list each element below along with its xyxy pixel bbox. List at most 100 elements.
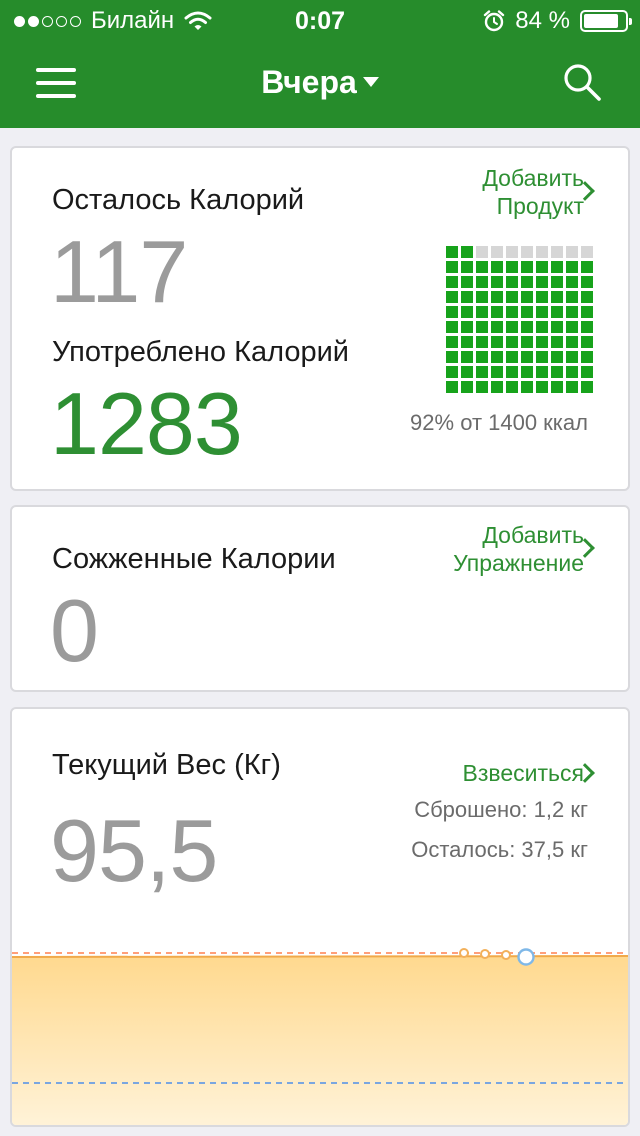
weight-chart-line <box>12 955 628 958</box>
calorie-grid-cell <box>566 381 578 393</box>
calorie-grid-cell <box>446 276 458 288</box>
calorie-grid-cell <box>476 381 488 393</box>
calorie-grid-cell <box>566 276 578 288</box>
calorie-grid-cell <box>536 261 548 273</box>
calorie-grid-cell <box>461 321 473 333</box>
calorie-grid-cell <box>491 366 503 378</box>
calorie-grid-cell <box>491 276 503 288</box>
status-bar: Билайн 0:07 84 % <box>0 0 640 40</box>
calorie-grid-cell <box>581 381 593 393</box>
search-icon[interactable] <box>562 62 602 102</box>
calorie-grid-cell <box>536 351 548 363</box>
calorie-grid-cell <box>476 306 488 318</box>
calorie-grid-cell <box>506 321 518 333</box>
calorie-grid-cell <box>566 336 578 348</box>
calorie-grid-cell <box>446 306 458 318</box>
calorie-grid-cell <box>566 261 578 273</box>
weight-chart-fill <box>12 957 628 1125</box>
date-title: Вчера <box>261 64 357 100</box>
weight-card: Текущий Вес (Кг) 95,5 Взвеситься Сброшен… <box>10 707 630 1127</box>
calorie-grid-cell <box>536 291 548 303</box>
calorie-grid-cell <box>506 306 518 318</box>
calorie-grid-cell <box>491 246 503 258</box>
weight-point[interactable] <box>501 950 511 960</box>
date-selector[interactable]: Вчера <box>0 64 640 101</box>
calorie-grid-cell <box>491 306 503 318</box>
battery-percent: 84 % <box>515 7 570 34</box>
calorie-grid-cell <box>536 276 548 288</box>
calorie-grid-cell <box>551 321 563 333</box>
remaining-calories-label: Осталось Калорий <box>52 184 305 216</box>
add-exercise-button[interactable]: Добавить Упражнение <box>453 521 584 577</box>
calorie-grid-cell <box>476 366 488 378</box>
calorie-grid-cell <box>446 351 458 363</box>
weight-lost-text: Сброшено: 1,2 кг <box>414 797 588 822</box>
calorie-grid-cell <box>551 291 563 303</box>
calorie-grid-cell <box>506 381 518 393</box>
calorie-grid-cell <box>551 276 563 288</box>
status-right: 84 % <box>483 7 632 35</box>
calorie-grid-cell <box>446 381 458 393</box>
calorie-grid-cell <box>476 336 488 348</box>
calorie-grid-cell <box>506 351 518 363</box>
calorie-grid-cell <box>446 336 458 348</box>
calorie-grid-cell <box>506 276 518 288</box>
calorie-grid-cell <box>566 366 578 378</box>
calorie-grid-cell <box>536 366 548 378</box>
calorie-grid-cell <box>521 336 533 348</box>
app-header: Билайн 0:07 84 % Вчера <box>0 0 640 128</box>
calorie-grid-cell <box>476 261 488 273</box>
calorie-grid-cell <box>506 246 518 258</box>
weigh-in-button[interactable]: Взвеситься <box>463 759 584 787</box>
calorie-grid-cell <box>476 246 488 258</box>
weight-point[interactable] <box>459 948 469 958</box>
calorie-grid-cell <box>491 381 503 393</box>
calorie-grid-cell <box>566 291 578 303</box>
calorie-grid-cell <box>566 246 578 258</box>
battery-icon <box>580 10 632 32</box>
battery-level <box>584 14 618 28</box>
calorie-grid-cell <box>446 291 458 303</box>
consumed-calories-value: 1283 <box>50 374 243 473</box>
consumed-calories-label: Употреблено Калорий <box>52 336 350 368</box>
caret-down-icon <box>362 76 379 87</box>
calorie-grid-cell <box>476 291 488 303</box>
calorie-grid-cell <box>581 321 593 333</box>
calorie-grid-cell <box>506 336 518 348</box>
calorie-grid-cell <box>551 246 563 258</box>
current-weight-point[interactable] <box>517 948 535 966</box>
calorie-grid-cell <box>476 321 488 333</box>
calorie-grid-cell <box>536 246 548 258</box>
calorie-grid-cell <box>551 381 563 393</box>
calorie-grid-cell <box>461 381 473 393</box>
calorie-grid-cell <box>461 351 473 363</box>
calorie-grid-cell <box>581 336 593 348</box>
calorie-grid-cell <box>506 366 518 378</box>
calorie-grid-cell <box>536 306 548 318</box>
current-weight-label: Текущий Вес (Кг) <box>52 749 281 781</box>
calorie-grid-cell <box>521 321 533 333</box>
calorie-grid-cell <box>521 351 533 363</box>
calorie-grid-cell <box>536 321 548 333</box>
calorie-grid-cell <box>446 366 458 378</box>
calorie-grid-cell <box>461 291 473 303</box>
calorie-grid-cell <box>491 321 503 333</box>
remaining-calories-value: 117 <box>50 222 188 321</box>
calorie-grid-cell <box>566 321 578 333</box>
calorie-grid-cell <box>551 366 563 378</box>
calorie-grid-cell <box>461 276 473 288</box>
weight-remaining-text: Осталось: 37,5 кг <box>411 837 588 862</box>
calorie-grid-cell <box>551 261 563 273</box>
weight-point[interactable] <box>480 949 490 959</box>
burned-calories-value: 0 <box>50 581 99 680</box>
calorie-grid-cell <box>446 261 458 273</box>
calorie-grid-cell <box>521 291 533 303</box>
calorie-grid-cell <box>521 261 533 273</box>
calorie-grid-cell <box>566 351 578 363</box>
add-product-button[interactable]: Добавить Продукт <box>482 164 584 220</box>
calorie-grid-cell <box>446 321 458 333</box>
calorie-grid-cell <box>521 306 533 318</box>
calorie-grid-cell <box>461 366 473 378</box>
calorie-grid-cell <box>476 276 488 288</box>
calorie-grid-cell <box>446 246 458 258</box>
